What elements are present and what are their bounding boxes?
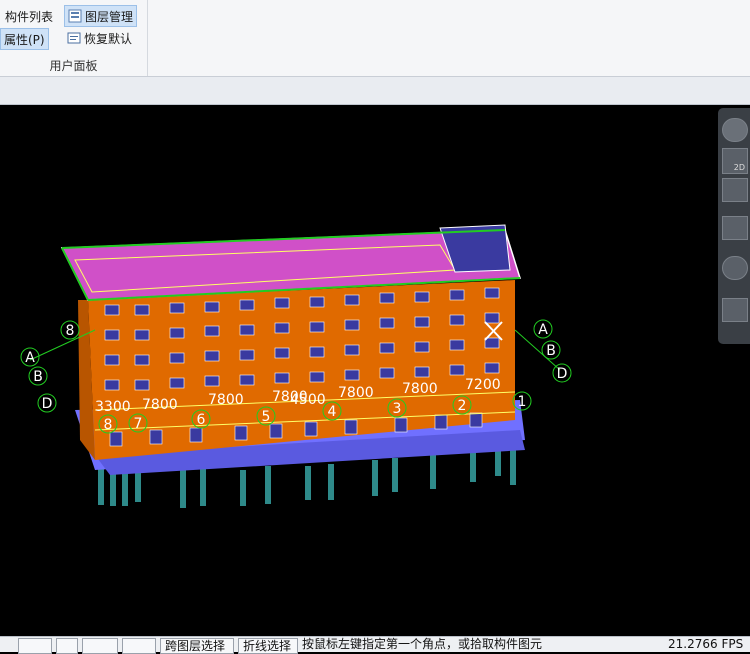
grid-number-4: 4 <box>328 404 337 420</box>
grid-number-2: 2 <box>458 398 467 414</box>
orbit-icon[interactable] <box>722 118 748 142</box>
component-list-button[interactable]: 构件列表 <box>2 6 56 26</box>
axis-label-B-right: B <box>546 343 556 359</box>
view-navigation-bar: 2D <box>718 108 750 344</box>
grid-view-icon[interactable] <box>722 298 748 322</box>
axis-label-D-right: D <box>557 366 568 382</box>
grid-number-7: 7 <box>134 416 143 432</box>
snap-mode-dropdown[interactable] <box>18 638 52 654</box>
layers-icon <box>68 9 82 23</box>
grid-number-8: 8 <box>104 417 113 433</box>
view-3d-cube-icon[interactable] <box>722 178 748 202</box>
grid-number-3: 3 <box>393 401 402 417</box>
rotate-icon[interactable] <box>722 256 748 280</box>
document-tab-strip <box>0 77 750 105</box>
grid-number-8-left: 8 <box>66 323 75 339</box>
dimension-3300: 3300 <box>95 399 131 415</box>
fps-readout: 21.2766 FPS <box>668 637 744 651</box>
group-label: 用户面板 <box>49 59 98 73</box>
axis-label-D: D <box>42 396 53 412</box>
axis-label-A-right: A <box>538 322 548 338</box>
model-viewport[interactable]: A B D A B D 1 2 3 4 5 6 7 8 8 3300 7800 … <box>0 105 750 636</box>
dimension-4500: 4500 <box>290 392 326 408</box>
cross-layer-select-button[interactable]: 跨图层选择 <box>160 638 234 654</box>
grid-number-5: 5 <box>262 409 271 425</box>
layer-management-button[interactable]: 图层管理 <box>64 5 138 27</box>
grid-number-6: 6 <box>197 412 206 428</box>
restore-icon <box>67 31 81 45</box>
dimension-7800-d: 7800 <box>338 385 374 401</box>
properties-button[interactable]: 属性(P) <box>0 28 49 50</box>
dimension-7800-a: 7800 <box>142 397 178 413</box>
cross-tool-button[interactable] <box>56 638 78 654</box>
ribbon: 构件列表 图层管理 属性(P) 恢复默认 用户面板 <box>0 0 750 77</box>
view-box-icon[interactable] <box>722 216 748 240</box>
dimension-7200: 7200 <box>465 377 501 393</box>
dimension-7800-e: 7800 <box>402 381 438 397</box>
axis-label-A: A <box>25 350 35 366</box>
building-model: A B D A B D 1 2 3 4 5 6 7 8 8 3300 7800 … <box>20 224 572 508</box>
add-tool-dropdown[interactable] <box>122 638 156 654</box>
status-bar: 跨图层选择 折线选择 按鼠标左键指定第一个角点，或拾取构件图元 21.2766 … <box>0 636 750 654</box>
grid-number-1: 1 <box>518 394 527 410</box>
angle-tool-dropdown[interactable] <box>82 638 118 654</box>
status-prompt: 按鼠标左键指定第一个角点，或拾取构件图元 <box>302 637 543 651</box>
view-2d-button[interactable]: 2D <box>722 148 748 174</box>
axis-label-B: B <box>33 369 43 385</box>
dimension-7800-b: 7800 <box>208 392 244 408</box>
user-panel-group: 构件列表 图层管理 属性(P) 恢复默认 用户面板 <box>0 0 148 76</box>
polyline-select-button[interactable]: 折线选择 <box>238 638 298 654</box>
restore-default-button[interactable]: 恢复默认 <box>64 28 135 48</box>
